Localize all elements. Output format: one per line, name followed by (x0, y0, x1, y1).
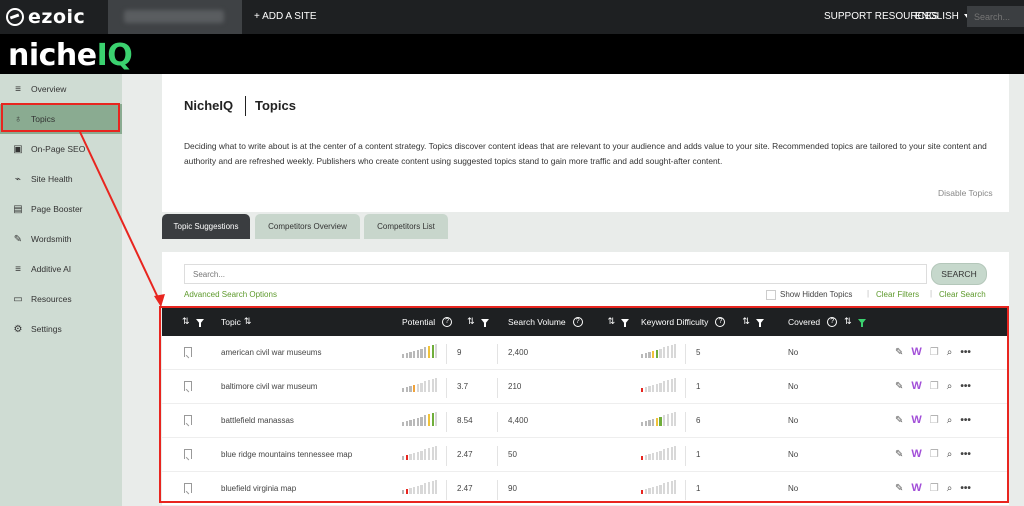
breadcrumb-nicheiq[interactable]: NicheIQ (184, 98, 233, 113)
topics-description: Deciding what to write about is at the c… (184, 141, 987, 166)
sidebar-item-overview[interactable]: ≡ Overview (0, 74, 122, 104)
sidebar-item-additive-ai[interactable]: ≡ Additive AI (0, 254, 122, 284)
add-site-link[interactable]: + ADD A SITE (254, 11, 317, 22)
pen-icon: ✎ (13, 233, 23, 245)
nicheiq-logo-niche: niche (8, 38, 97, 73)
page-up-icon: ▤ (13, 203, 23, 215)
tab-competitors-list[interactable]: Competitors List (364, 214, 448, 239)
sidebar-item-label: Additive AI (31, 264, 72, 274)
nicheiq-logo: nicheIQ (8, 38, 133, 73)
gear-icon: ⚙ (13, 323, 23, 335)
overview-icon: ≡ (15, 83, 21, 95)
separator: | (867, 289, 870, 298)
add-list-icon: ≡ (15, 263, 21, 275)
tab-competitors-overview[interactable]: Competitors Overview (255, 214, 360, 239)
clear-search-link[interactable]: Clear Search (939, 290, 986, 299)
brand-bar (0, 34, 1024, 74)
show-hidden-label: Show Hidden Topics (780, 290, 853, 299)
site-selector[interactable] (108, 0, 242, 34)
sidebar-item-page-booster[interactable]: ▤ Page Booster (0, 194, 122, 224)
show-hidden-checkbox[interactable] (766, 290, 776, 300)
separator: | (930, 289, 933, 298)
folder-icon: ▭ (13, 293, 23, 305)
breadcrumb-divider (245, 96, 246, 116)
ezoic-logo-text: ezoic (28, 6, 86, 28)
clear-filters-link[interactable]: Clear Filters (876, 290, 919, 299)
search-button[interactable]: SEARCH (931, 263, 987, 285)
language-selector[interactable]: ENGLISH (915, 11, 970, 22)
sidebar-item-label: On-Page SEO (31, 144, 86, 154)
topics-highlight-box (1, 103, 120, 132)
sidebar-item-label: Page Booster (31, 204, 83, 214)
page-title: Topics (255, 98, 296, 113)
sidebar-item-label: Settings (31, 324, 62, 334)
language-label: ENGLISH (915, 11, 959, 22)
sidebar-item-label: Overview (31, 84, 67, 94)
nicheiq-logo-iq: IQ (96, 38, 133, 73)
top-bar: ezoic + ADD A SITE SUPPORT RESOURCES ENG… (0, 0, 1024, 34)
sidebar-item-label: Wordsmith (31, 234, 72, 244)
ezoic-logo[interactable]: ezoic (6, 6, 85, 28)
sidebar-item-label: Resources (31, 294, 72, 304)
table-highlight-box (159, 306, 1009, 503)
tab-topic-suggestions[interactable]: Topic Suggestions (162, 214, 250, 239)
sidebar-item-label: Site Health (31, 174, 73, 184)
topic-search-input[interactable] (184, 264, 927, 284)
pulse-icon: ⌁ (14, 173, 22, 185)
top-search-input[interactable] (967, 6, 1024, 27)
sidebar-item-settings[interactable]: ⚙ Settings (0, 314, 122, 344)
sidebar-item-on-page-seo[interactable]: ▣ On-Page SEO (0, 134, 122, 164)
disable-topics-link[interactable]: Disable Topics (938, 188, 993, 198)
sidebar-item-wordsmith[interactable]: ✎ Wordsmith (0, 224, 122, 254)
advanced-search-link[interactable]: Advanced Search Options (184, 290, 277, 299)
ezoic-logo-icon (6, 8, 24, 26)
sidebar-item-site-health[interactable]: ⌁ Site Health (0, 164, 122, 194)
page-search-icon: ▣ (13, 143, 23, 155)
sidebar-item-resources[interactable]: ▭ Resources (0, 284, 122, 314)
